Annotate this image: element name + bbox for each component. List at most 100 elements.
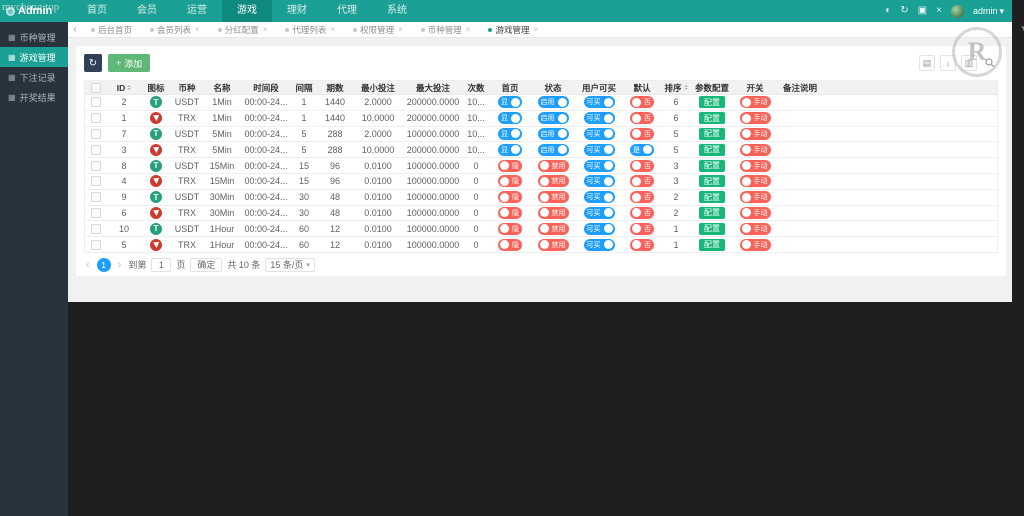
prev-page-button[interactable]: ‹: [84, 259, 92, 271]
switch-toggle[interactable]: 手动: [739, 112, 771, 125]
config-button[interactable]: 配置: [699, 222, 725, 235]
default-toggle[interactable]: 否: [630, 96, 654, 109]
jump-page-input[interactable]: 1: [151, 257, 172, 272]
default-toggle[interactable]: 否: [630, 191, 654, 204]
tabs-scroll-left-icon[interactable]: ‹: [68, 24, 82, 35]
status-toggle[interactable]: 启用: [537, 112, 569, 125]
user-buyable-toggle[interactable]: 可买: [583, 175, 615, 188]
switch-toggle[interactable]: 手动: [739, 222, 771, 235]
switch-toggle[interactable]: 手动: [739, 191, 771, 204]
row-checkbox[interactable]: [91, 239, 101, 250]
home-toggle[interactable]: 隐: [498, 238, 522, 251]
switch-toggle[interactable]: 手动: [739, 175, 771, 188]
next-page-button[interactable]: ›: [116, 259, 124, 271]
row-checkbox[interactable]: [91, 97, 101, 108]
user-buyable-toggle[interactable]: 可买: [583, 159, 615, 172]
home-toggle[interactable]: 显: [498, 112, 522, 125]
default-toggle[interactable]: 否: [630, 206, 654, 219]
user-buyable-toggle[interactable]: 可买: [583, 112, 615, 125]
user-buyable-toggle[interactable]: 可买: [583, 143, 615, 156]
config-button[interactable]: 配置: [699, 238, 725, 251]
export-icon[interactable]: ↓: [940, 55, 956, 71]
config-button[interactable]: 配置: [699, 206, 725, 219]
home-toggle[interactable]: 显: [498, 96, 522, 109]
confirm-button[interactable]: 确定: [190, 257, 223, 272]
tab-5[interactable]: 币种管理 ×: [412, 22, 480, 38]
config-button[interactable]: 配置: [699, 127, 725, 140]
sort-icon[interactable]: [127, 83, 132, 92]
user-buyable-toggle[interactable]: 可买: [583, 238, 615, 251]
home-toggle[interactable]: 显: [498, 143, 522, 156]
status-toggle[interactable]: 禁用: [537, 206, 569, 219]
row-checkbox[interactable]: [91, 207, 101, 218]
sort-icon[interactable]: [683, 83, 688, 92]
nav-item-5[interactable]: 代理: [322, 0, 372, 22]
user-buyable-toggle[interactable]: 可买: [583, 206, 615, 219]
status-toggle[interactable]: 启用: [537, 127, 569, 140]
switch-toggle[interactable]: 手动: [739, 206, 771, 219]
avatar[interactable]: [950, 4, 964, 18]
tab-close-icon[interactable]: ×: [195, 25, 200, 34]
config-button[interactable]: 配置: [699, 96, 725, 109]
add-button[interactable]: + 添加: [108, 54, 151, 72]
switch-toggle[interactable]: 手动: [739, 159, 771, 172]
print-icon[interactable]: ▥: [961, 55, 977, 71]
switch-toggle[interactable]: 手动: [739, 143, 771, 156]
row-checkbox[interactable]: [91, 223, 101, 234]
status-toggle[interactable]: 禁用: [537, 191, 569, 204]
home-toggle[interactable]: 隐: [498, 159, 522, 172]
tab-4[interactable]: 权限管理 ×: [344, 22, 412, 38]
close-icon[interactable]: ×: [936, 0, 942, 22]
row-checkbox[interactable]: [91, 192, 101, 203]
nav-item-6[interactable]: 系统: [372, 0, 422, 22]
tab-close-icon[interactable]: ×: [263, 25, 268, 34]
row-checkbox[interactable]: [91, 160, 101, 171]
config-button[interactable]: 配置: [699, 112, 725, 125]
tab-close-icon[interactable]: ×: [466, 25, 471, 34]
refresh-button[interactable]: ↻: [84, 54, 102, 72]
sidebar-item-3[interactable]: ▦ 开奖结果: [0, 87, 68, 107]
tab-close-icon[interactable]: ×: [398, 25, 403, 34]
status-toggle[interactable]: 禁用: [537, 159, 569, 172]
config-button[interactable]: 配置: [699, 175, 725, 188]
default-toggle[interactable]: 否: [630, 112, 654, 125]
nav-item-1[interactable]: 会员: [122, 0, 172, 22]
page-number-active[interactable]: 1: [96, 257, 111, 272]
tab-6[interactable]: 游戏管理 ×: [479, 22, 547, 38]
filter-columns-icon[interactable]: ▤: [919, 55, 935, 71]
switch-toggle[interactable]: 手动: [739, 96, 771, 109]
home-toggle[interactable]: 隐: [498, 175, 522, 188]
sidebar-item-1[interactable]: ▦ 游戏管理: [0, 47, 68, 67]
home-toggle[interactable]: 隐: [498, 206, 522, 219]
select-all-checkbox[interactable]: [91, 82, 101, 93]
sidebar-item-0[interactable]: ▦ 币种管理: [0, 27, 68, 47]
status-toggle[interactable]: 启用: [537, 96, 569, 109]
row-checkbox[interactable]: [91, 128, 101, 139]
config-button[interactable]: 配置: [699, 159, 725, 172]
home-toggle[interactable]: 隐: [498, 222, 522, 235]
tab-close-icon[interactable]: ×: [533, 25, 538, 34]
home-toggle[interactable]: 隐: [498, 191, 522, 204]
panel-icon[interactable]: ▣: [918, 0, 927, 22]
user-buyable-toggle[interactable]: 可买: [583, 96, 615, 109]
row-checkbox[interactable]: [91, 176, 101, 187]
refresh-icon[interactable]: ↻: [900, 0, 908, 22]
user-menu[interactable]: admin ▾: [973, 6, 1004, 17]
tab-1[interactable]: 会员列表 ×: [141, 22, 209, 38]
tab-close-icon[interactable]: ×: [330, 25, 335, 34]
default-toggle[interactable]: 否: [630, 175, 654, 188]
default-toggle[interactable]: 否: [630, 238, 654, 251]
row-checkbox[interactable]: [91, 113, 101, 124]
tab-3[interactable]: 代理列表 ×: [276, 22, 344, 38]
nav-item-2[interactable]: 运营: [172, 0, 222, 22]
switch-toggle[interactable]: 手动: [739, 238, 771, 251]
search-icon[interactable]: [982, 55, 998, 71]
user-buyable-toggle[interactable]: 可买: [583, 127, 615, 140]
theme-icon[interactable]: ◐: [885, 0, 891, 22]
default-toggle[interactable]: 否: [630, 127, 654, 140]
tab-0[interactable]: 后台首页: [82, 22, 141, 38]
user-buyable-toggle[interactable]: 可买: [583, 191, 615, 204]
status-toggle[interactable]: 禁用: [537, 175, 569, 188]
default-toggle[interactable]: 是: [630, 143, 654, 156]
nav-item-4[interactable]: 理财: [272, 0, 322, 22]
